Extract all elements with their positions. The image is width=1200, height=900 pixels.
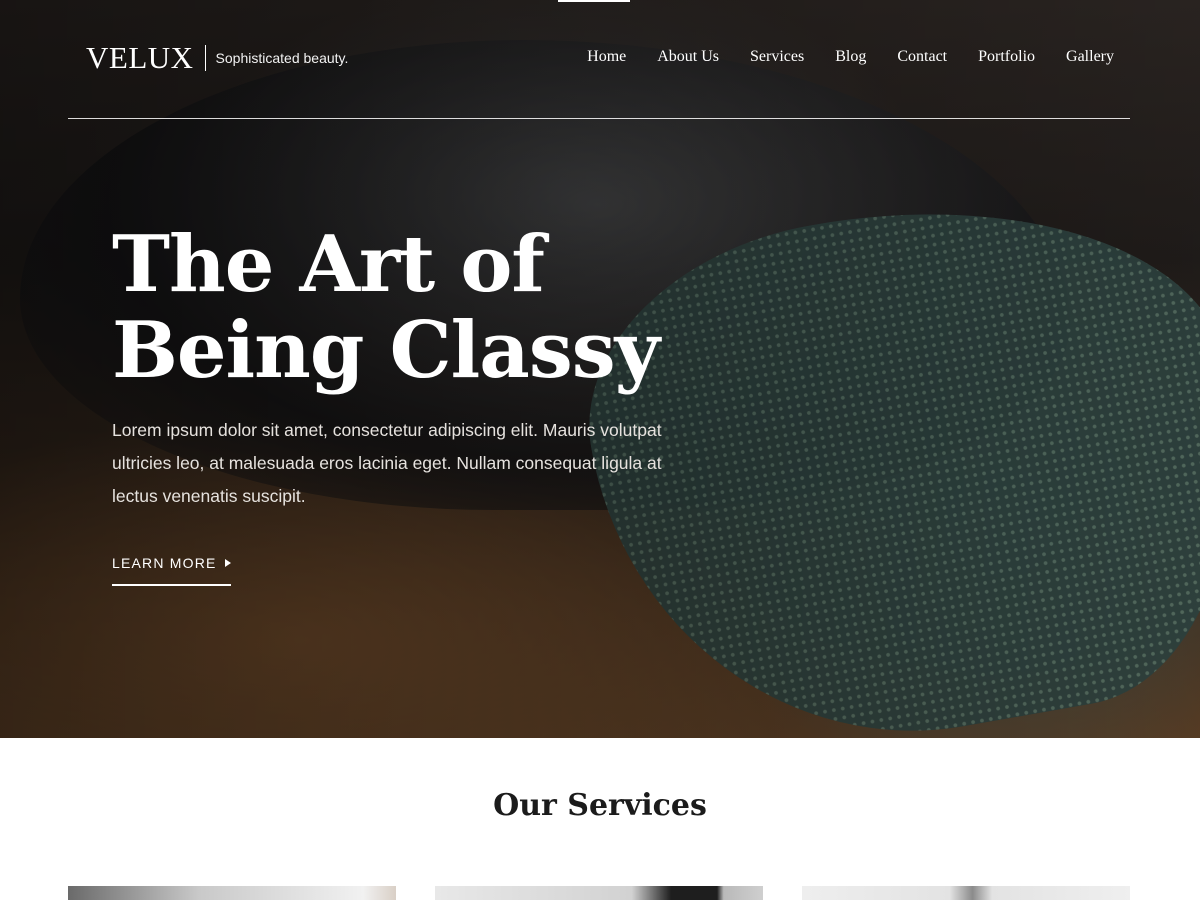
brand-divider bbox=[204, 45, 206, 71]
hero-headline-line-1: The Art of bbox=[112, 219, 545, 310]
nav-item-home[interactable]: Home bbox=[587, 48, 626, 66]
hero-description: Lorem ipsum dolor sit amet, consectetur … bbox=[112, 420, 662, 506]
hero-headline-line-2: Being Classy bbox=[112, 305, 660, 396]
tagline: Sophisticated beauty. bbox=[215, 50, 349, 66]
arrow-right-icon bbox=[224, 559, 231, 567]
nav-item-blog[interactable]: Blog bbox=[835, 48, 866, 66]
learn-more-button[interactable]: LEARN MORE bbox=[112, 555, 231, 586]
hero-section: VELUX Sophisticated beauty. Home About U… bbox=[0, 0, 1200, 738]
services-title: Our Services bbox=[493, 788, 707, 823]
service-card-image-2[interactable] bbox=[435, 886, 763, 900]
service-card-image-3[interactable] bbox=[802, 886, 1130, 900]
service-card-image-1[interactable] bbox=[68, 886, 396, 900]
hero-headline: The Art of Being Classy bbox=[112, 222, 752, 394]
nav-item-gallery[interactable]: Gallery bbox=[1066, 48, 1114, 66]
header-divider bbox=[68, 118, 1130, 119]
brand[interactable]: VELUX Sophisticated beauty. bbox=[86, 40, 348, 76]
nav-item-about-us[interactable]: About Us bbox=[657, 48, 719, 66]
nav-item-contact[interactable]: Contact bbox=[897, 48, 947, 66]
nav-item-services[interactable]: Services bbox=[750, 48, 804, 66]
main-nav: Home About Us Services Blog Contact Port… bbox=[587, 48, 1114, 66]
site-header: VELUX Sophisticated beauty. Home About U… bbox=[68, 0, 1130, 120]
learn-more-label: LEARN MORE bbox=[112, 555, 217, 571]
logo[interactable]: VELUX bbox=[86, 40, 194, 76]
nav-item-portfolio[interactable]: Portfolio bbox=[978, 48, 1035, 66]
